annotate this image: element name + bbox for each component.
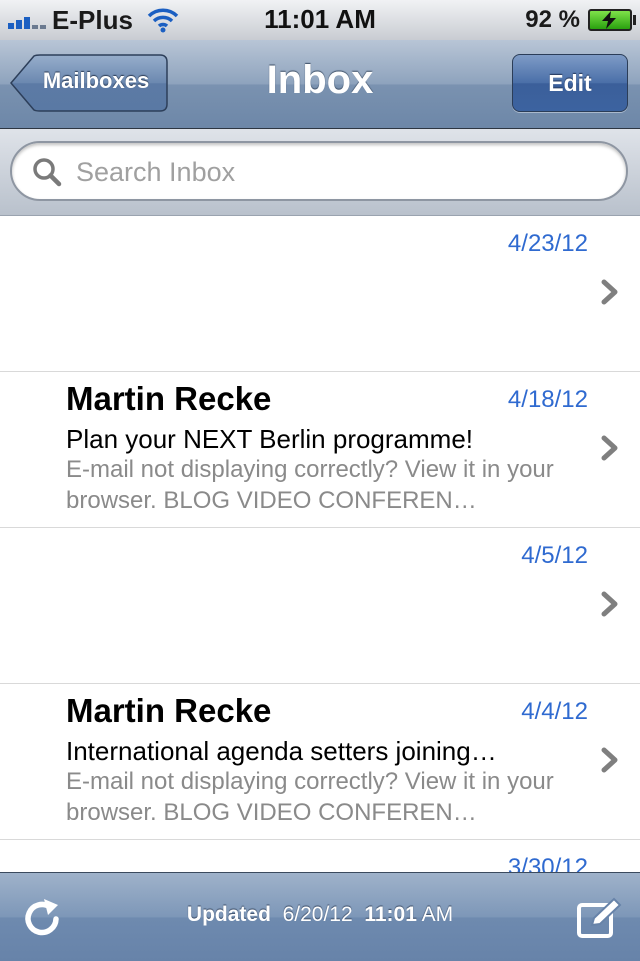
bottom-toolbar: Updated 6/20/12 11:01 AM: [0, 872, 640, 961]
battery-icon: [588, 9, 636, 31]
updated-label: Updated: [186, 903, 271, 926]
message-date: 3/30/12: [507, 854, 588, 872]
search-field[interactable]: [10, 141, 628, 201]
chevron-right-icon: [601, 279, 618, 305]
update-status: Updated 6/20/12 11:01 AM: [0, 903, 640, 927]
updated-ampm: AM: [421, 903, 454, 926]
message-date: 4/5/12: [521, 542, 588, 569]
message-subject: International agenda setters joining…: [66, 736, 497, 766]
message-date: 4/4/12: [521, 698, 588, 725]
message-date: 4/23/12: [507, 230, 588, 257]
search-input[interactable]: [74, 151, 598, 193]
edit-button[interactable]: Edit: [512, 54, 628, 112]
chevron-right-icon: [601, 435, 618, 461]
message-row[interactable]: Martin Recke 4/4/12 International agenda…: [0, 684, 640, 840]
chevron-right-icon: [601, 591, 618, 617]
navigation-bar: Mailboxes Inbox Edit: [0, 40, 640, 129]
status-bar: E-Plus 11:01 AM 92 %: [0, 0, 640, 41]
search-bar: [0, 129, 640, 216]
message-list[interactable]: 4/23/12 Martin Recke 4/18/12 Plan your N…: [0, 216, 640, 872]
message-row[interactable]: Martin Recke 4/18/12 Plan your NEXT Berl…: [0, 372, 640, 528]
updated-date: 6/20/12: [282, 903, 353, 926]
status-bar-right: 92 %: [525, 6, 636, 34]
message-date: 4/18/12: [507, 386, 588, 413]
edit-button-label: Edit: [548, 69, 592, 96]
battery-percent: 92 %: [525, 6, 580, 33]
message-preview: E-mail not displaying correctly? View it…: [66, 456, 554, 514]
message-subject: Plan your NEXT Berlin programme!: [66, 424, 474, 454]
message-row[interactable]: 3/30/12: [0, 840, 640, 872]
message-row[interactable]: 4/5/12: [0, 528, 640, 684]
message-sender: Martin Recke: [66, 692, 272, 729]
chevron-right-icon: [601, 747, 618, 773]
compose-icon[interactable]: [576, 897, 622, 939]
updated-time: 11:01: [364, 903, 417, 926]
message-preview: E-mail not displaying correctly? View it…: [66, 768, 554, 826]
search-icon: [33, 158, 62, 187]
message-sender: Martin Recke: [66, 380, 272, 417]
message-row[interactable]: 4/23/12: [0, 216, 640, 372]
charging-bolt-icon: [602, 11, 616, 29]
